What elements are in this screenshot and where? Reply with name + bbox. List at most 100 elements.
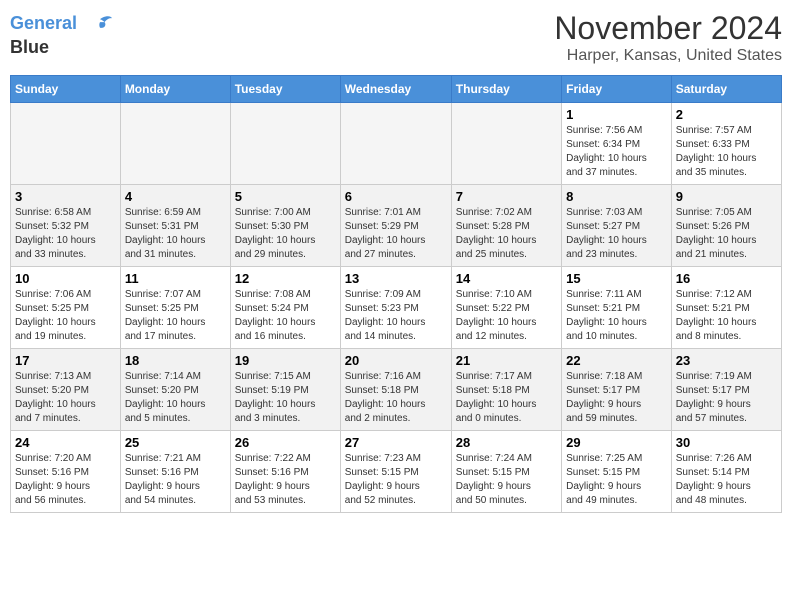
weekday-header-thursday: Thursday [451,76,561,103]
day-number: 10 [15,271,116,286]
day-detail: Sunrise: 7:14 AM Sunset: 5:20 PM Dayligh… [125,370,226,426]
calendar-cell: 16 Sunrise: 7:12 AM Sunset: 5:21 PM Dayli… [671,267,781,349]
day-number: 29 [566,435,667,450]
calendar-cell [230,103,340,185]
day-detail: Sunrise: 7:24 AM Sunset: 5:15 PM Dayligh… [456,452,557,508]
day-detail: Sunrise: 7:11 AM Sunset: 5:21 PM Dayligh… [566,288,667,344]
day-detail: Sunrise: 7:21 AM Sunset: 5:16 PM Dayligh… [125,452,226,508]
day-detail: Sunrise: 7:26 AM Sunset: 5:14 PM Dayligh… [676,452,777,508]
day-detail: Sunrise: 7:10 AM Sunset: 5:22 PM Dayligh… [456,288,557,344]
calendar-cell: 24 Sunrise: 7:20 AM Sunset: 5:16 PM Dayli… [11,431,121,513]
day-number: 7 [456,189,557,204]
day-detail: Sunrise: 7:13 AM Sunset: 5:20 PM Dayligh… [15,370,116,426]
calendar-cell: 4Sunrise: 6:59 AM Sunset: 5:31 PM Daylig… [120,185,230,267]
weekday-header-sunday: Sunday [11,76,121,103]
day-detail: Sunrise: 7:09 AM Sunset: 5:23 PM Dayligh… [345,288,447,344]
day-detail: Sunrise: 7:23 AM Sunset: 5:15 PM Dayligh… [345,452,447,508]
day-number: 18 [125,353,226,368]
calendar-cell: 7 Sunrise: 7:02 AM Sunset: 5:28 PM Daylig… [451,185,561,267]
calendar-cell: 15Sunrise: 7:11 AM Sunset: 5:21 PM Dayli… [562,267,672,349]
day-detail: Sunrise: 7:15 AM Sunset: 5:19 PM Dayligh… [235,370,336,426]
day-detail: Sunrise: 7:06 AM Sunset: 5:25 PM Dayligh… [15,288,116,344]
calendar-cell: 27 Sunrise: 7:23 AM Sunset: 5:15 PM Dayli… [340,431,451,513]
day-number: 22 [566,353,667,368]
week-row-3: 10 Sunrise: 7:06 AM Sunset: 5:25 PM Dayli… [11,267,782,349]
calendar-cell: 29 Sunrise: 7:25 AM Sunset: 5:15 PM Dayli… [562,431,672,513]
logo: General Blue [10,10,114,58]
weekday-header-tuesday: Tuesday [230,76,340,103]
day-number: 13 [345,271,447,286]
day-number: 17 [15,353,116,368]
day-number: 16 [676,271,777,286]
day-number: 3 [15,189,116,204]
day-number: 19 [235,353,336,368]
calendar-cell [11,103,121,185]
day-number: 5 [235,189,336,204]
day-detail: Sunrise: 6:58 AM Sunset: 5:32 PM Dayligh… [15,206,116,262]
day-detail: Sunrise: 7:03 AM Sunset: 5:27 PM Dayligh… [566,206,667,262]
day-detail: Sunrise: 7:12 AM Sunset: 5:21 PM Dayligh… [676,288,777,344]
day-detail: Sunrise: 7:57 AM Sunset: 6:33 PM Dayligh… [676,124,777,180]
calendar-cell: 14Sunrise: 7:10 AM Sunset: 5:22 PM Dayli… [451,267,561,349]
day-detail: Sunrise: 7:22 AM Sunset: 5:16 PM Dayligh… [235,452,336,508]
day-number: 27 [345,435,447,450]
day-detail: Sunrise: 7:18 AM Sunset: 5:17 PM Dayligh… [566,370,667,426]
calendar-table: SundayMondayTuesdayWednesdayThursdayFrid… [10,75,782,513]
day-detail: Sunrise: 7:02 AM Sunset: 5:28 PM Dayligh… [456,206,557,262]
weekday-header-saturday: Saturday [671,76,781,103]
week-row-1: 1Sunrise: 7:56 AM Sunset: 6:34 PM Daylig… [11,103,782,185]
day-number: 26 [235,435,336,450]
day-number: 24 [15,435,116,450]
calendar-cell: 1Sunrise: 7:56 AM Sunset: 6:34 PM Daylig… [562,103,672,185]
day-detail: Sunrise: 7:08 AM Sunset: 5:24 PM Dayligh… [235,288,336,344]
calendar-cell: 30 Sunrise: 7:26 AM Sunset: 5:14 PM Dayli… [671,431,781,513]
day-number: 28 [456,435,557,450]
day-number: 21 [456,353,557,368]
calendar-cell: 12 Sunrise: 7:08 AM Sunset: 5:24 PM Dayli… [230,267,340,349]
location: Harper, Kansas, United States [554,47,782,65]
calendar-cell: 9Sunrise: 7:05 AM Sunset: 5:26 PM Daylig… [671,185,781,267]
day-detail: Sunrise: 7:25 AM Sunset: 5:15 PM Dayligh… [566,452,667,508]
week-row-4: 17 Sunrise: 7:13 AM Sunset: 5:20 PM Dayli… [11,349,782,431]
calendar-cell: 8Sunrise: 7:03 AM Sunset: 5:27 PM Daylig… [562,185,672,267]
calendar-cell [340,103,451,185]
day-detail: Sunrise: 7:01 AM Sunset: 5:29 PM Dayligh… [345,206,447,262]
calendar-cell: 28 Sunrise: 7:24 AM Sunset: 5:15 PM Dayli… [451,431,561,513]
calendar-cell: 2Sunrise: 7:57 AM Sunset: 6:33 PM Daylig… [671,103,781,185]
calendar-cell: 21 Sunrise: 7:17 AM Sunset: 5:18 PM Dayli… [451,349,561,431]
day-number: 25 [125,435,226,450]
calendar-cell: 18 Sunrise: 7:14 AM Sunset: 5:20 PM Dayli… [120,349,230,431]
weekday-header-row: SundayMondayTuesdayWednesdayThursdayFrid… [11,76,782,103]
day-number: 30 [676,435,777,450]
day-number: 12 [235,271,336,286]
weekday-header-wednesday: Wednesday [340,76,451,103]
page-header: General Blue November 2024 Harper, Kansa… [10,10,782,65]
week-row-5: 24 Sunrise: 7:20 AM Sunset: 5:16 PM Dayli… [11,431,782,513]
calendar-cell: 13 Sunrise: 7:09 AM Sunset: 5:23 PM Dayli… [340,267,451,349]
calendar-cell: 26 Sunrise: 7:22 AM Sunset: 5:16 PM Dayli… [230,431,340,513]
logo-bird-icon [86,10,114,38]
title-block: November 2024 Harper, Kansas, United Sta… [554,10,782,65]
weekday-header-monday: Monday [120,76,230,103]
calendar-cell: 25 Sunrise: 7:21 AM Sunset: 5:16 PM Dayli… [120,431,230,513]
day-number: 4 [125,189,226,204]
calendar-cell: 19 Sunrise: 7:15 AM Sunset: 5:19 PM Dayli… [230,349,340,431]
calendar-cell: 20Sunrise: 7:16 AM Sunset: 5:18 PM Dayli… [340,349,451,431]
day-number: 20 [345,353,447,368]
calendar-cell: 17 Sunrise: 7:13 AM Sunset: 5:20 PM Dayli… [11,349,121,431]
day-detail: Sunrise: 7:20 AM Sunset: 5:16 PM Dayligh… [15,452,116,508]
week-row-2: 3 Sunrise: 6:58 AM Sunset: 5:32 PM Daylig… [11,185,782,267]
calendar-cell: 23Sunrise: 7:19 AM Sunset: 5:17 PM Dayli… [671,349,781,431]
day-number: 9 [676,189,777,204]
day-detail: Sunrise: 7:17 AM Sunset: 5:18 PM Dayligh… [456,370,557,426]
calendar-cell: 3 Sunrise: 6:58 AM Sunset: 5:32 PM Daylig… [11,185,121,267]
day-number: 11 [125,271,226,286]
day-detail: Sunrise: 7:56 AM Sunset: 6:34 PM Dayligh… [566,124,667,180]
calendar-cell: 22 Sunrise: 7:18 AM Sunset: 5:17 PM Dayli… [562,349,672,431]
day-detail: Sunrise: 7:00 AM Sunset: 5:30 PM Dayligh… [235,206,336,262]
calendar-cell [120,103,230,185]
day-number: 23 [676,353,777,368]
day-number: 6 [345,189,447,204]
logo-line2: Blue [10,38,114,58]
calendar-cell: 5 Sunrise: 7:00 AM Sunset: 5:30 PM Daylig… [230,185,340,267]
